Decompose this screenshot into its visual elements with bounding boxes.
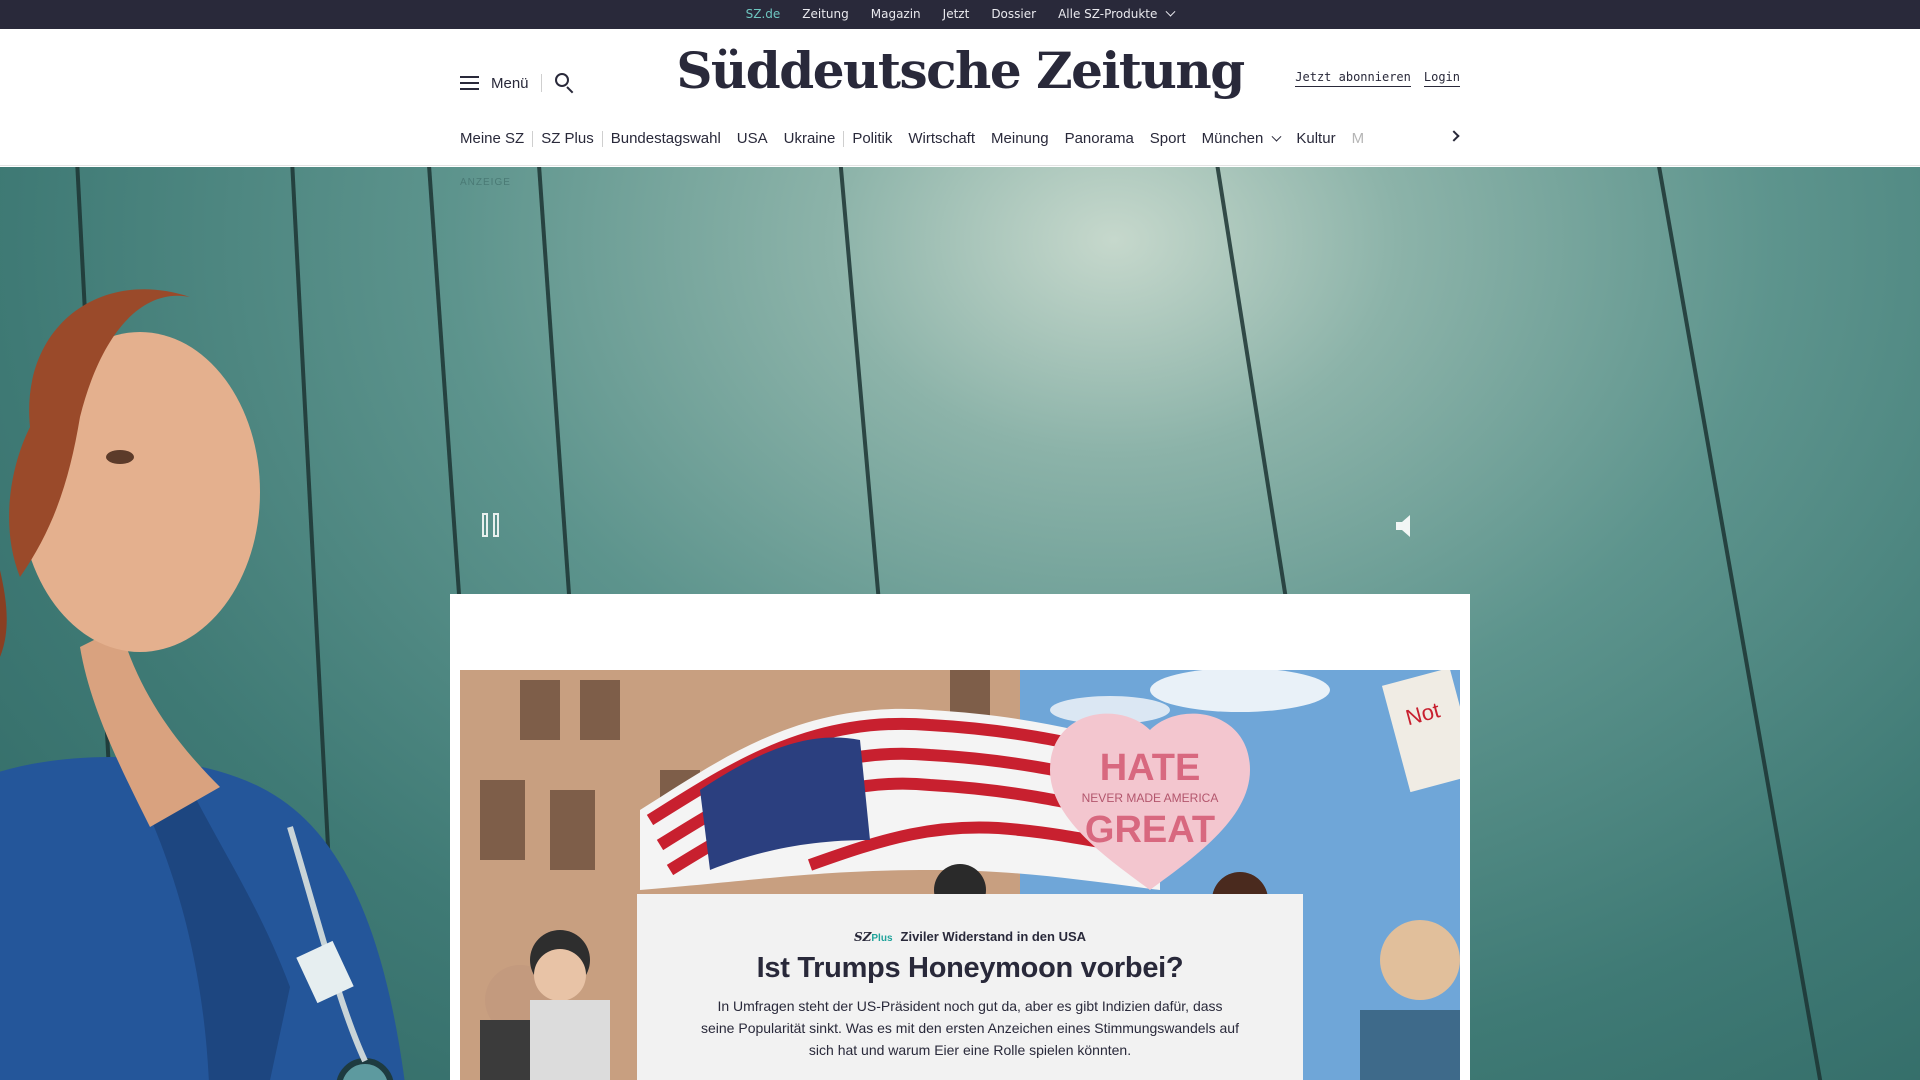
sz-plus-suffix: Plus — [871, 932, 893, 944]
nav-item-ukraine[interactable]: Ukraine — [776, 127, 844, 151]
main-content: HATE NEVER MADE AMERICA GREAT Not SZPlus… — [450, 594, 1470, 1080]
nav-item-wirtschaft[interactable]: Wirtschaft — [900, 127, 983, 151]
topbar-link-szde[interactable]: SZ.de — [735, 0, 792, 29]
nav-item-muenchen-label: München — [1201, 130, 1264, 147]
teaser-kicker-text: Ziviler Widerstand in den USA — [900, 929, 1087, 944]
sz-plus-badge: SZPlus — [854, 930, 893, 944]
ad-label: ANZEIGE — [460, 177, 511, 188]
sign-text-middle: NEVER MADE AMERICA — [1082, 791, 1219, 805]
top-service-bar: SZ.de Zeitung Magazin Jetzt Dossier Alle… — [0, 0, 1920, 29]
teaser-text: In Umfragen steht der US-Präsident noch … — [701, 998, 1239, 1058]
teaser-card[interactable]: SZPlus Ziviler Widerstand in den USA Ist… — [637, 894, 1303, 1080]
nav-item-usa[interactable]: USA — [729, 127, 776, 151]
nav-scroll-right-icon[interactable] — [1448, 130, 1462, 144]
account-links: Jetzt abonnieren Login — [1295, 70, 1460, 87]
sz-plus-brand: SZ — [853, 929, 872, 944]
login-link[interactable]: Login — [1423, 70, 1460, 87]
sign-text-great: GREAT — [1085, 809, 1215, 851]
nav-item-politik[interactable]: Politik — [844, 127, 900, 151]
pause-icon[interactable] — [482, 513, 502, 537]
chevron-down-icon — [1271, 131, 1282, 142]
teaser-kicker: SZPlus Ziviler Widerstand in den USA — [637, 929, 1303, 944]
nav-item-kultur[interactable]: Kultur — [1288, 127, 1343, 151]
teaser-headline[interactable]: Ist Trumps Honeymoon vorbei? — [637, 952, 1303, 985]
speaker-icon[interactable] — [1393, 512, 1421, 540]
nav-item-sport[interactable]: Sport — [1142, 127, 1194, 151]
ad-person-image — [0, 289, 405, 1080]
nav-item-muenchen[interactable]: München — [1194, 127, 1289, 151]
nav-item-meine-sz[interactable]: Meine SZ — [460, 127, 532, 151]
nav-item-meinung[interactable]: Meinung — [983, 127, 1057, 151]
nav-item-panorama[interactable]: Panorama — [1057, 127, 1142, 151]
main-navigation: Meine SZ SZ Plus Bundestagswahl USA Ukra… — [460, 127, 1460, 151]
teaser-image[interactable]: HATE NEVER MADE AMERICA GREAT Not SZPlus… — [460, 670, 1460, 1080]
topbar-link-jetzt[interactable]: Jetzt — [932, 0, 981, 29]
nav-item-bundestagswahl[interactable]: Bundestagswahl — [603, 127, 729, 151]
chevron-down-icon — [1165, 6, 1176, 17]
nav-item-truncated[interactable]: M — [1344, 127, 1373, 151]
topbar-link-magazin[interactable]: Magazin — [860, 0, 932, 29]
top-service-links: SZ.de Zeitung Magazin Jetzt Dossier Alle… — [0, 0, 1920, 29]
nav-item-sz-plus[interactable]: SZ Plus — [533, 127, 602, 151]
panel-line — [1656, 167, 1828, 1080]
site-header: Menü Süddeutsche Zeitung Jetzt abonniere… — [0, 29, 1920, 166]
subscribe-link[interactable]: Jetzt abonnieren — [1295, 70, 1411, 87]
topbar-link-dossier[interactable]: Dossier — [980, 0, 1047, 29]
topbar-products-dropdown[interactable]: Alle SZ-Produkte — [1047, 0, 1185, 29]
topbar-link-zeitung[interactable]: Zeitung — [791, 0, 859, 29]
site-logo[interactable]: Süddeutsche Zeitung — [0, 41, 1920, 100]
sign-text-hate: HATE — [1100, 747, 1201, 789]
products-label: Alle SZ-Produkte — [1058, 7, 1158, 21]
